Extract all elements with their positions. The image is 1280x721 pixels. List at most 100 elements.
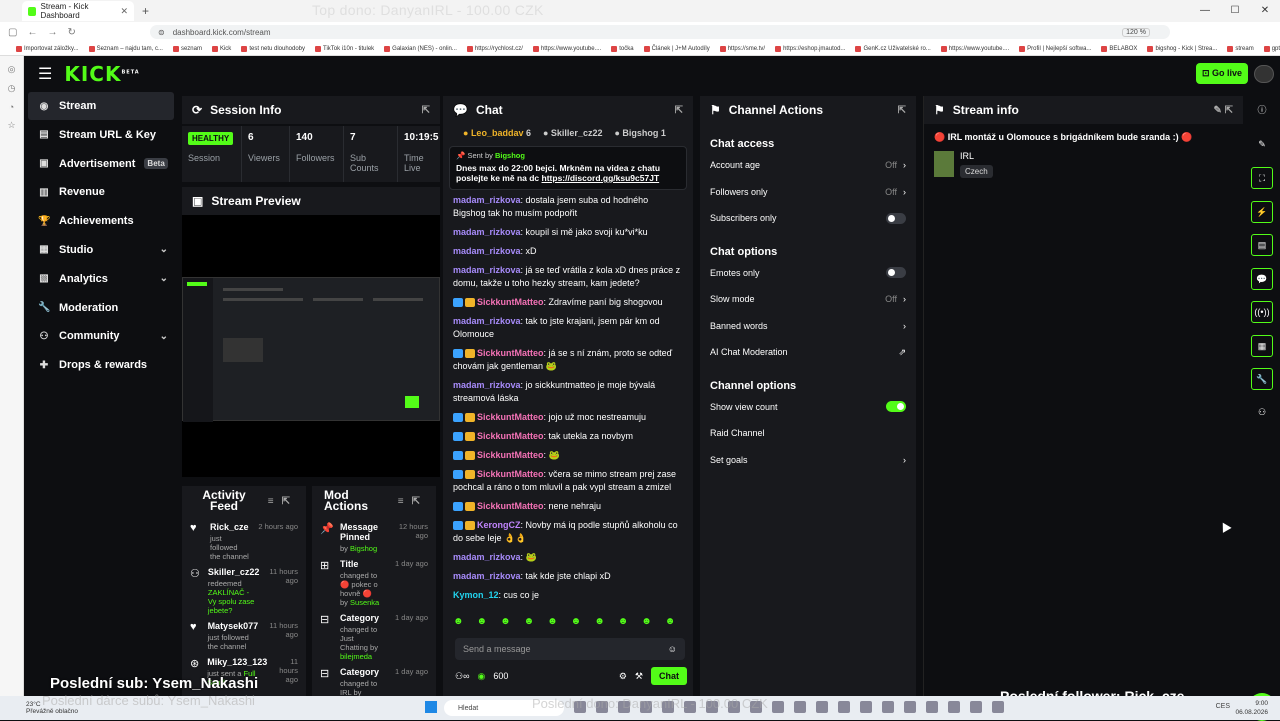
sidebar-history-icon[interactable]: ◷ [0, 83, 23, 94]
bookmark-item[interactable]: Profil | Nejlepší softwa... [1019, 45, 1091, 52]
preview-video[interactable] [182, 277, 440, 422]
bookmark-item[interactable]: seznam [172, 45, 202, 52]
banned-words-row[interactable]: Banned words › [700, 313, 916, 340]
actions-widget-icon[interactable]: ⚡ [1251, 200, 1273, 223]
bookmark-item[interactable]: Článek | J+M Autodíly [643, 45, 710, 52]
activity-user[interactable]: Matysek077 [208, 621, 259, 631]
taskbar-app-icon[interactable] [816, 701, 828, 713]
minimize-icon[interactable]: — [1190, 0, 1220, 22]
broadcast-widget-icon[interactable]: ((•)) [1251, 301, 1273, 323]
bookmark-item[interactable]: BELABOX [1101, 45, 1137, 52]
chevron-down-icon[interactable]: ⌄ [160, 331, 168, 342]
chat-username[interactable]: madam_rizkova [453, 195, 521, 205]
info-widget-icon[interactable]: ▤ [1251, 234, 1273, 256]
bookmark-item[interactable]: https://rychlost.cz/ [466, 45, 523, 52]
emote-icon[interactable]: ☻ [547, 616, 558, 627]
bookmark-item[interactable]: test netu dlouhodoby [241, 45, 305, 52]
emote-icon[interactable]: ☻ [477, 616, 488, 627]
sidebar-item-achievements[interactable]: 🏆 Achievements [28, 207, 174, 235]
followers-only-row[interactable]: Followers only Off › [700, 179, 916, 206]
community-widget-icon[interactable]: ⚇ [1251, 402, 1273, 424]
taskbar-app-icon[interactable] [948, 701, 960, 713]
taskbar-app-icon[interactable] [970, 701, 982, 713]
emote-icon[interactable]: ☻ [641, 616, 652, 627]
bookmark-item[interactable]: točka [611, 45, 634, 52]
zoom-level[interactable]: 120 % [1122, 27, 1150, 37]
bookmark-item[interactable]: GenK.cz Uživatelské ro... [855, 45, 931, 52]
taskbar-app-icon[interactable] [860, 701, 872, 713]
edit-popout-icons[interactable]: ✎ ⇱ [1213, 105, 1233, 116]
mod-widget-icon[interactable]: 🔧 [1251, 368, 1273, 390]
clock[interactable]: 9:00 06.08.2026 [1235, 699, 1268, 717]
taskbar-app-icon[interactable] [882, 701, 894, 713]
bookmark-item[interactable]: Kick [211, 45, 231, 52]
taskbar-app-icon[interactable] [992, 701, 1004, 713]
slow-mode-row[interactable]: Slow mode Off › [700, 286, 916, 313]
feed-widget-icon[interactable]: ▦ [1251, 334, 1273, 357]
avatar[interactable] [1254, 65, 1274, 83]
reload-icon[interactable]: ↻ [67, 27, 75, 38]
menu-icon[interactable]: ☰ [38, 64, 52, 84]
bookmark-item[interactable]: gpt [1263, 45, 1280, 52]
bookmark-item[interactable]: stream [1227, 45, 1254, 52]
mod-tools-icon[interactable]: ⚒ [635, 671, 643, 682]
maximize-icon[interactable]: ☐ [1220, 0, 1250, 22]
chat-username[interactable]: madam_rizkova [453, 265, 521, 275]
bookmark-item[interactable]: Seznam – najdu tam, c... [88, 45, 163, 52]
windows-start-icon[interactable] [425, 701, 437, 713]
emote-icon[interactable]: ☻ [571, 616, 582, 627]
chat-username[interactable]: madam_rizkova [453, 380, 521, 390]
top-gifter[interactable]: ● Leo_baddav 6 [463, 128, 531, 138]
bookmark-item[interactable]: bigshog - Kick | Strea... [1147, 45, 1217, 52]
filter-popout-icons[interactable]: ≡⇱ [398, 496, 428, 507]
activity-user[interactable]: Skiller_cz22 [208, 567, 260, 577]
sidebar-star-icon[interactable]: ☆ [0, 120, 23, 131]
top-gifter[interactable]: ● Skiller_cz22 [543, 128, 602, 138]
chat-username[interactable]: madam_rizkova [453, 246, 521, 256]
taskbar-app-icon[interactable] [772, 701, 784, 713]
emote-icon[interactable]: ☻ [618, 616, 629, 627]
edit-icon[interactable]: ✎ [1251, 134, 1273, 156]
emote-icon[interactable]: ☻ [524, 616, 535, 627]
mod-action-user[interactable]: Bigshog [350, 544, 377, 553]
chat-username[interactable]: madam_rizkova [453, 571, 521, 581]
close-tab-icon[interactable]: ✕ [120, 6, 128, 17]
chat-widget-icon[interactable]: 💬 [1251, 267, 1273, 290]
session-widget-icon[interactable]: ⛶ [1251, 167, 1273, 189]
bookmark-item[interactable]: Importovat záložky... [16, 45, 79, 52]
sidebar-toggle-icon[interactable]: ▢ [8, 27, 17, 38]
info-icon[interactable]: ⓘ [1251, 100, 1273, 122]
sidebar-item-advertisement[interactable]: ▣ Advertisement Beta [28, 150, 174, 178]
bookmark-item[interactable]: https://eshop.jmautod... [775, 45, 845, 52]
emoji-icon[interactable]: ☺ [668, 644, 677, 654]
sidebar-home-icon[interactable]: ◎ [0, 64, 23, 75]
chat-username[interactable]: SickkuntMatteo [477, 501, 544, 511]
bookmark-item[interactable]: Galaxian (NES) - onlin... [384, 45, 457, 52]
taskbar-app-icon[interactable] [794, 701, 806, 713]
bookmark-item[interactable]: TikTok i10n - titulek [315, 45, 374, 52]
emote-icon[interactable]: ☻ [500, 616, 511, 627]
chat-username[interactable]: SickkuntMatteo [477, 348, 544, 358]
sidebar-item-stream-url-key[interactable]: ▤ Stream URL & Key [28, 121, 174, 149]
chat-username[interactable]: madam_rizkova [453, 316, 521, 326]
site-info-icon[interactable]: ⊜ [158, 28, 165, 37]
sidebar-item-moderation[interactable]: 🔧 Moderation [28, 294, 174, 322]
chat-username[interactable]: SickkuntMatteo [477, 431, 544, 441]
chat-username[interactable]: madam_rizkova [453, 552, 521, 562]
pinned-by-user[interactable]: Bigshog [495, 151, 525, 160]
chevron-down-icon[interactable]: ⌄ [160, 244, 168, 255]
url-field[interactable]: ⊜ dashboard.kick.com/stream 120 % [150, 25, 1170, 39]
popout-icon[interactable]: ⇱ [422, 105, 430, 116]
show-view-count-toggle[interactable] [886, 401, 906, 413]
close-window-icon[interactable]: ✕ [1250, 0, 1280, 22]
chat-username[interactable]: SickkuntMatteo [477, 450, 544, 460]
sidebar-item-stream[interactable]: ◉ Stream [28, 92, 174, 120]
send-chat-button[interactable]: Chat [651, 667, 687, 685]
emotes-only-toggle[interactable] [886, 267, 906, 279]
activity-user[interactable]: Miky_123_123 [207, 657, 267, 667]
chat-username[interactable]: SickkuntMatteo [477, 297, 544, 307]
popout-icon[interactable]: ⇱ [898, 105, 906, 116]
emote-icon[interactable]: ☻ [594, 616, 605, 627]
language-indicator[interactable]: CES [1216, 703, 1230, 710]
raid-channel-row[interactable]: Raid Channel [700, 420, 916, 447]
